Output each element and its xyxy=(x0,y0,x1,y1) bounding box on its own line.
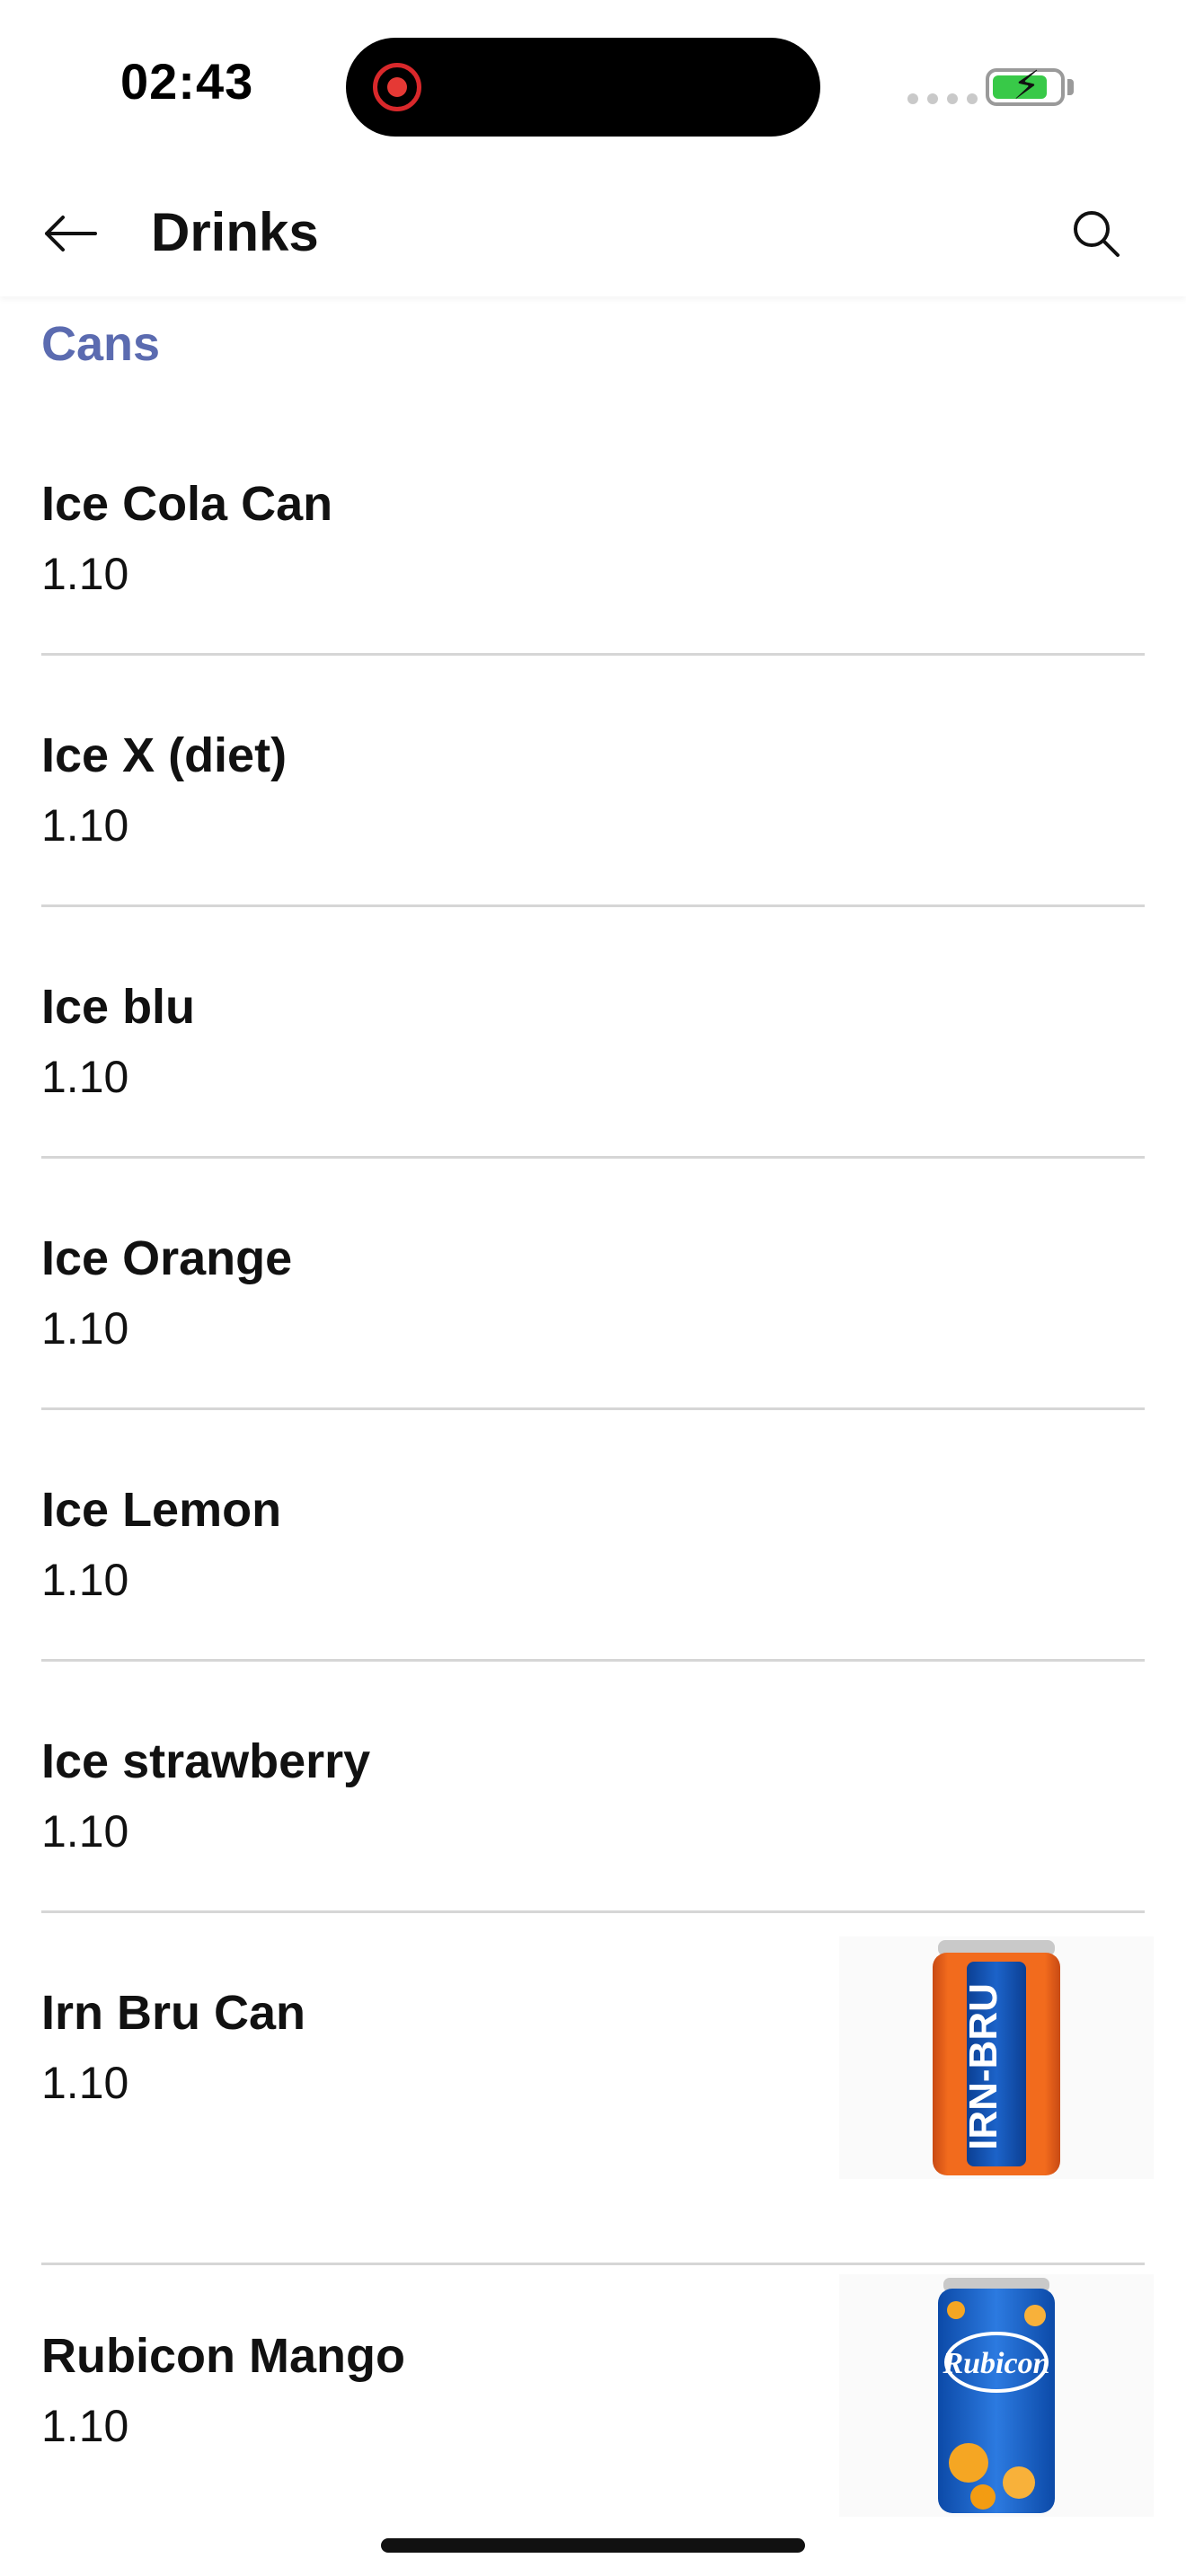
item-price: 1.10 xyxy=(41,549,129,599)
page-title: Drinks xyxy=(151,202,319,262)
rubicon-mango-can-photo: Rubicon xyxy=(839,2274,1154,2517)
dynamic-island xyxy=(346,38,820,137)
svg-text:IRN-BRU: IRN-BRU xyxy=(961,1983,1005,2150)
item-price: 1.10 xyxy=(41,1806,129,1857)
app-header: Drinks xyxy=(0,171,1186,296)
search-button[interactable] xyxy=(1060,198,1132,269)
irn-bru-can-photo: IRN-BRU xyxy=(839,1936,1154,2179)
screen-record-icon xyxy=(373,63,421,111)
product-list: Ice Cola Can 1.10 Ice X (diet) 1.10 Ice … xyxy=(0,404,1186,2576)
battery-charging-icon: ⚡ xyxy=(986,66,1065,106)
svg-text:Rubicon: Rubicon xyxy=(942,2347,1049,2380)
item-price: 1.10 xyxy=(41,1555,129,1605)
list-item[interactable]: Ice Orange 1.10 xyxy=(0,1159,1186,1410)
home-indicator[interactable] xyxy=(381,2538,805,2553)
list-item[interactable]: Ice blu 1.10 xyxy=(0,907,1186,1159)
list-item[interactable]: Irn Bru Can 1.10 IRN-BRU xyxy=(0,1913,1186,2265)
list-item[interactable]: Ice strawberry 1.10 xyxy=(0,1662,1186,1913)
item-name: Ice Cola Can xyxy=(41,477,333,531)
search-icon xyxy=(1074,211,1120,257)
list-item[interactable]: Rubicon Mango 1.10 Rubicon xyxy=(0,2265,1186,2576)
battery-tip xyxy=(1067,79,1074,95)
back-button[interactable] xyxy=(36,199,104,268)
item-name: Ice Orange xyxy=(41,1231,293,1285)
list-item[interactable]: Ice X (diet) 1.10 xyxy=(0,656,1186,907)
arrow-left-icon xyxy=(45,216,97,251)
status-time: 02:43 xyxy=(120,53,254,110)
list-item[interactable]: Ice Cola Can 1.10 xyxy=(0,404,1186,656)
item-name: Ice blu xyxy=(41,980,196,1034)
item-name: Ice strawberry xyxy=(41,1734,371,1788)
status-bar: 02:43 ⚡ xyxy=(0,0,1186,171)
screen: 02:43 ⚡ Drinks Cans Ice Cola Can 1.10 Ic… xyxy=(0,0,1186,2576)
item-price: 1.10 xyxy=(41,800,129,851)
item-name: Ice Lemon xyxy=(41,1483,282,1537)
list-item[interactable]: Ice Lemon 1.10 xyxy=(0,1410,1186,1662)
cellular-signal-icon xyxy=(907,93,978,104)
item-price: 1.10 xyxy=(41,1052,129,1102)
section-title: Cans xyxy=(41,317,161,371)
item-name: Ice X (diet) xyxy=(41,728,288,782)
item-price: 1.10 xyxy=(41,1303,129,1354)
